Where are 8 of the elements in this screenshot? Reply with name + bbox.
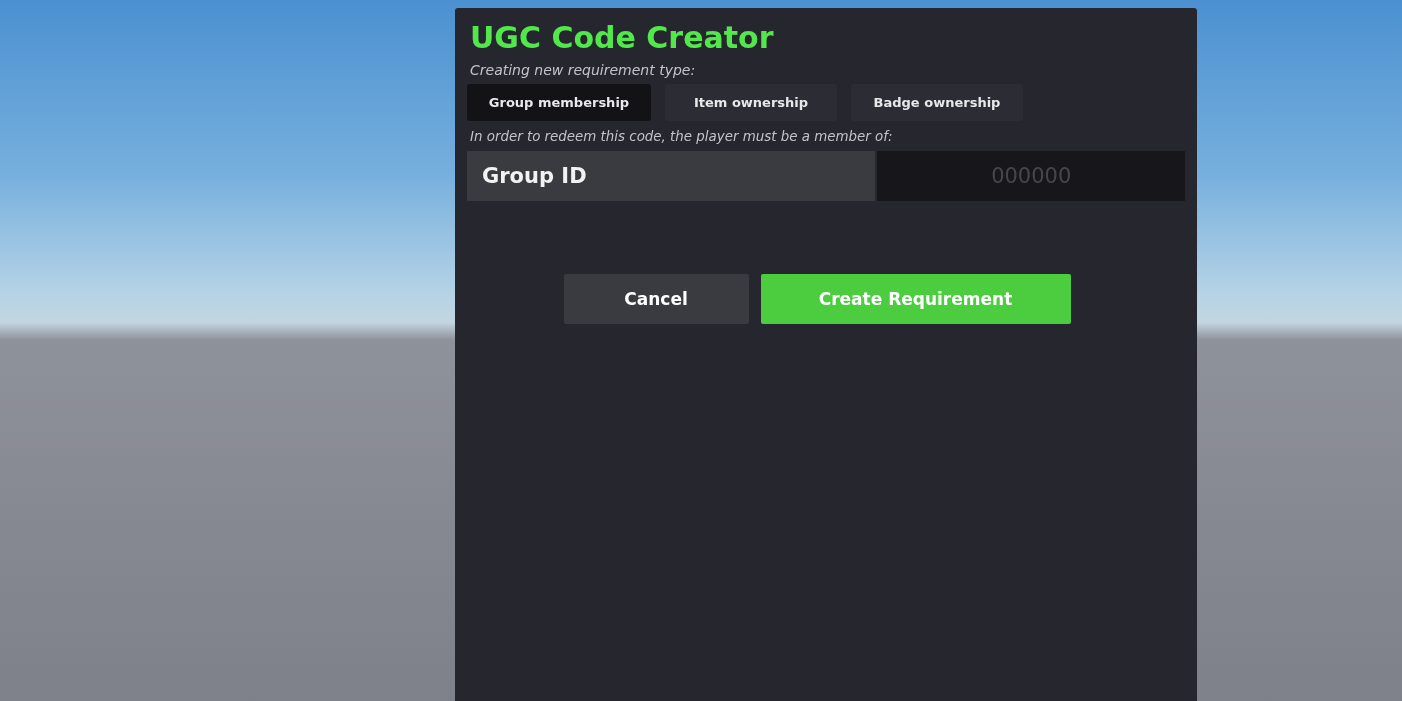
requirement-tab[interactable]: Badge ownership (851, 84, 1023, 121)
field-label: Group ID (467, 151, 876, 201)
requirement-tab[interactable]: Item ownership (665, 84, 837, 121)
cancel-button[interactable]: Cancel (563, 274, 749, 324)
requirement-tab[interactable]: Group membership (467, 84, 651, 121)
subtitle-text: Creating new requirement type: (469, 61, 697, 79)
dialog-title: UGC Code Creator (469, 19, 775, 57)
description-text: In order to redeem this code, the player must be a member of: (469, 128, 894, 146)
